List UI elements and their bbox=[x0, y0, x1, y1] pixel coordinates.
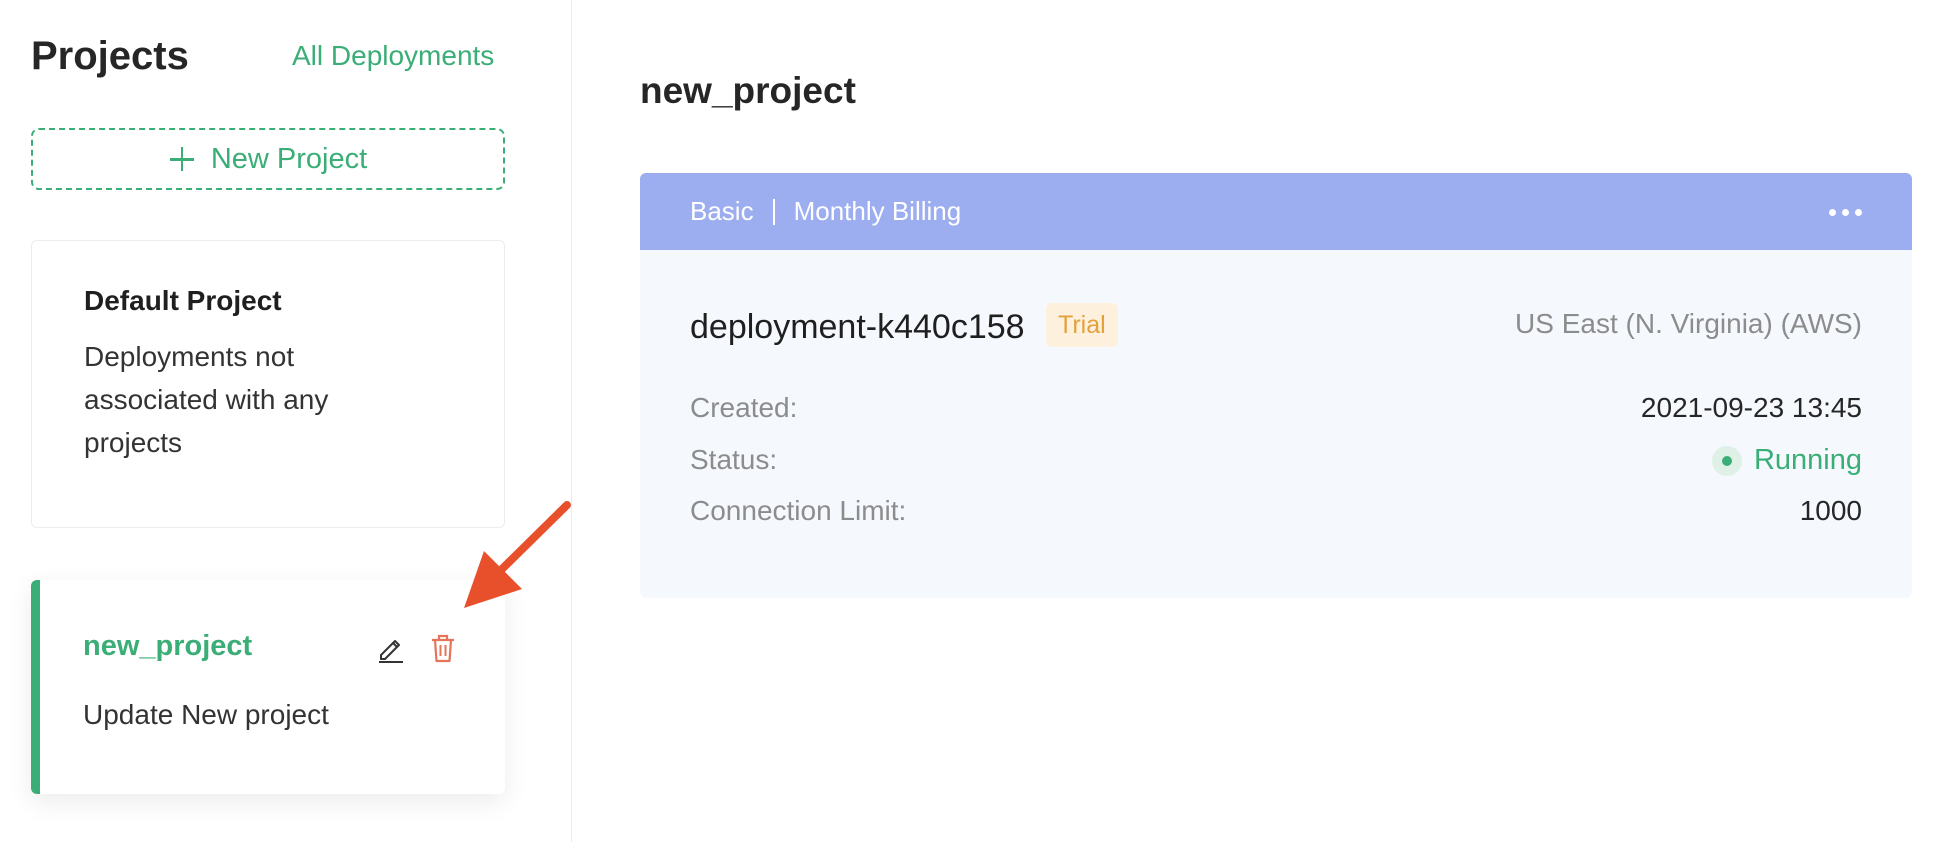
trash-icon[interactable] bbox=[427, 632, 459, 669]
all-deployments-link[interactable]: All Deployments bbox=[292, 40, 494, 72]
plan-label: Basic bbox=[690, 196, 754, 226]
annotation-arrow-icon bbox=[464, 501, 571, 608]
connection-limit-value: 1000 bbox=[1799, 495, 1862, 526]
region-text: US East (N. Virginia) (AWS) bbox=[1515, 308, 1862, 339]
created-value: 2021-09-23 13:45 bbox=[1640, 392, 1862, 423]
app-root: Projects All Deployments New Project Def… bbox=[0, 0, 1958, 842]
deployment-card-header: Basic Monthly Billing bbox=[640, 173, 1912, 250]
edit-icon[interactable] bbox=[375, 632, 407, 669]
project-description: Update New project bbox=[83, 699, 329, 730]
sidebar-title: Projects bbox=[31, 34, 189, 78]
project-card-new-project[interactable]: new_project Update New project bbox=[31, 580, 505, 794]
plus-icon bbox=[169, 146, 195, 172]
billing-label: Monthly Billing bbox=[793, 196, 962, 226]
trial-badge: Trial bbox=[1046, 303, 1118, 347]
project-description: Deployments not associated with any proj… bbox=[84, 341, 329, 458]
deployment-card[interactable]: Basic Monthly Billing deployment-k440c15… bbox=[640, 173, 1912, 598]
new-project-button-label: New Project bbox=[210, 142, 368, 175]
project-card-default[interactable]: Default Project Deployments not associat… bbox=[31, 240, 505, 528]
status-dot-icon bbox=[1711, 445, 1742, 476]
projects-sidebar: Projects All Deployments New Project Def… bbox=[0, 0, 572, 842]
plan-separator bbox=[772, 198, 775, 225]
deployment-name[interactable]: deployment-k440c158 bbox=[690, 308, 1025, 347]
connection-limit-label: Connection Limit: bbox=[690, 495, 907, 526]
created-label: Created: bbox=[690, 392, 798, 423]
more-icon[interactable] bbox=[1829, 209, 1862, 216]
status-label: Status: bbox=[690, 444, 778, 475]
status-value: Running bbox=[1753, 444, 1862, 476]
project-name: Default Project bbox=[84, 285, 282, 316]
status-indicator: Running bbox=[1711, 444, 1862, 477]
new-project-button[interactable]: New Project bbox=[31, 128, 505, 190]
page-title: new_project bbox=[640, 70, 856, 111]
